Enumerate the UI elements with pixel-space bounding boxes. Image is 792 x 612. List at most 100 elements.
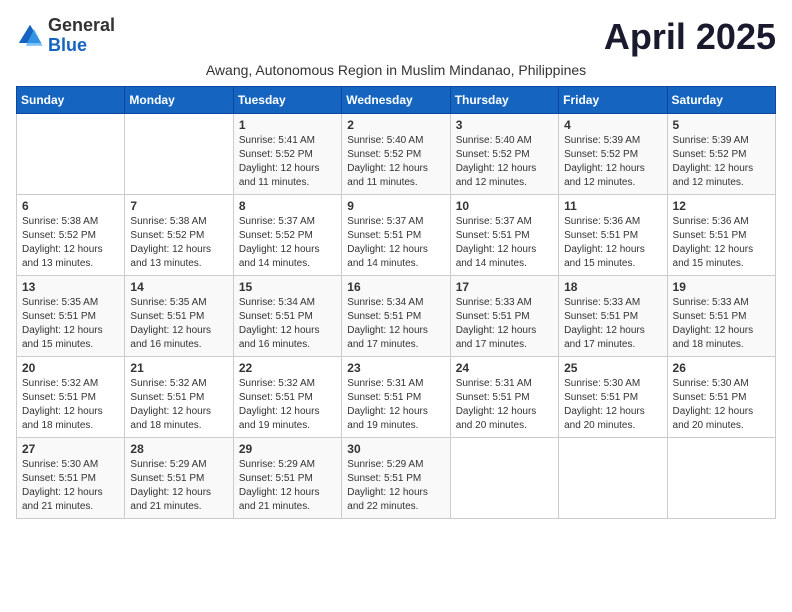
day-info: Sunrise: 5:37 AM Sunset: 5:51 PM Dayligh…	[347, 215, 444, 271]
calendar-cell: 18 Sunrise: 5:33 AM Sunset: 5:51 PM Dayli…	[559, 276, 667, 357]
calendar-cell: 25 Sunrise: 5:30 AM Sunset: 5:51 PM Dayli…	[559, 357, 667, 438]
day-number: 3	[456, 118, 553, 132]
day-info: Sunrise: 5:38 AM Sunset: 5:52 PM Dayligh…	[22, 215, 119, 271]
day-number: 2	[347, 118, 444, 132]
calendar-cell: 30 Sunrise: 5:29 AM Sunset: 5:51 PM Dayli…	[342, 438, 450, 519]
logo: General Blue	[16, 16, 115, 56]
calendar-cell	[559, 438, 667, 519]
calendar-cell: 7 Sunrise: 5:38 AM Sunset: 5:52 PM Daylig…	[125, 195, 233, 276]
day-number: 8	[239, 199, 336, 213]
calendar-cell	[17, 114, 125, 195]
day-info: Sunrise: 5:40 AM Sunset: 5:52 PM Dayligh…	[456, 134, 553, 190]
day-number: 21	[130, 361, 227, 375]
day-number: 28	[130, 442, 227, 456]
calendar-cell: 13 Sunrise: 5:35 AM Sunset: 5:51 PM Dayli…	[17, 276, 125, 357]
day-info: Sunrise: 5:30 AM Sunset: 5:51 PM Dayligh…	[564, 377, 661, 433]
calendar-cell: 11 Sunrise: 5:36 AM Sunset: 5:51 PM Dayli…	[559, 195, 667, 276]
day-number: 9	[347, 199, 444, 213]
day-number: 11	[564, 199, 661, 213]
day-number: 22	[239, 361, 336, 375]
day-info: Sunrise: 5:29 AM Sunset: 5:51 PM Dayligh…	[130, 458, 227, 514]
calendar-cell: 23 Sunrise: 5:31 AM Sunset: 5:51 PM Dayli…	[342, 357, 450, 438]
day-number: 10	[456, 199, 553, 213]
column-header-sunday: Sunday	[17, 87, 125, 114]
calendar-cell: 28 Sunrise: 5:29 AM Sunset: 5:51 PM Dayli…	[125, 438, 233, 519]
day-info: Sunrise: 5:32 AM Sunset: 5:51 PM Dayligh…	[130, 377, 227, 433]
day-number: 29	[239, 442, 336, 456]
calendar-cell: 6 Sunrise: 5:38 AM Sunset: 5:52 PM Daylig…	[17, 195, 125, 276]
day-number: 24	[456, 361, 553, 375]
day-number: 19	[673, 280, 770, 294]
day-info: Sunrise: 5:34 AM Sunset: 5:51 PM Dayligh…	[347, 296, 444, 352]
day-number: 27	[22, 442, 119, 456]
calendar-cell	[125, 114, 233, 195]
calendar-table: SundayMondayTuesdayWednesdayThursdayFrid…	[16, 86, 776, 519]
day-info: Sunrise: 5:37 AM Sunset: 5:52 PM Dayligh…	[239, 215, 336, 271]
day-info: Sunrise: 5:38 AM Sunset: 5:52 PM Dayligh…	[130, 215, 227, 271]
day-info: Sunrise: 5:35 AM Sunset: 5:51 PM Dayligh…	[130, 296, 227, 352]
calendar-header-row: SundayMondayTuesdayWednesdayThursdayFrid…	[17, 87, 776, 114]
calendar-cell	[450, 438, 558, 519]
day-number: 20	[22, 361, 119, 375]
day-number: 16	[347, 280, 444, 294]
column-header-wednesday: Wednesday	[342, 87, 450, 114]
day-info: Sunrise: 5:33 AM Sunset: 5:51 PM Dayligh…	[564, 296, 661, 352]
calendar-cell: 22Sunrise: 5:32 AM Sunset: 5:51 PM Dayli…	[233, 357, 341, 438]
day-number: 30	[347, 442, 444, 456]
calendar-week-row: 20 Sunrise: 5:32 AM Sunset: 5:51 PM Dayli…	[17, 357, 776, 438]
month-title: April 2025	[604, 16, 776, 58]
day-info: Sunrise: 5:33 AM Sunset: 5:51 PM Dayligh…	[673, 296, 770, 352]
day-number: 23	[347, 361, 444, 375]
calendar-cell: 19 Sunrise: 5:33 AM Sunset: 5:51 PM Dayli…	[667, 276, 775, 357]
logo-general: General	[48, 15, 115, 35]
logo-text: General Blue	[48, 16, 115, 56]
day-number: 5	[673, 118, 770, 132]
day-info: Sunrise: 5:31 AM Sunset: 5:51 PM Dayligh…	[347, 377, 444, 433]
calendar-week-row: 27 Sunrise: 5:30 AM Sunset: 5:51 PM Dayli…	[17, 438, 776, 519]
day-number: 12	[673, 199, 770, 213]
calendar-cell: 10Sunrise: 5:37 AM Sunset: 5:51 PM Dayli…	[450, 195, 558, 276]
calendar-cell: 20 Sunrise: 5:32 AM Sunset: 5:51 PM Dayli…	[17, 357, 125, 438]
day-number: 18	[564, 280, 661, 294]
day-info: Sunrise: 5:36 AM Sunset: 5:51 PM Dayligh…	[564, 215, 661, 271]
calendar-cell: 9 Sunrise: 5:37 AM Sunset: 5:51 PM Daylig…	[342, 195, 450, 276]
day-number: 14	[130, 280, 227, 294]
day-info: Sunrise: 5:30 AM Sunset: 5:51 PM Dayligh…	[673, 377, 770, 433]
day-number: 4	[564, 118, 661, 132]
day-number: 7	[130, 199, 227, 213]
day-info: Sunrise: 5:39 AM Sunset: 5:52 PM Dayligh…	[564, 134, 661, 190]
day-info: Sunrise: 5:36 AM Sunset: 5:51 PM Dayligh…	[673, 215, 770, 271]
day-info: Sunrise: 5:29 AM Sunset: 5:51 PM Dayligh…	[347, 458, 444, 514]
calendar-cell: 8 Sunrise: 5:37 AM Sunset: 5:52 PM Daylig…	[233, 195, 341, 276]
calendar-cell: 15 Sunrise: 5:34 AM Sunset: 5:51 PM Dayli…	[233, 276, 341, 357]
day-number: 13	[22, 280, 119, 294]
day-info: Sunrise: 5:32 AM Sunset: 5:51 PM Dayligh…	[22, 377, 119, 433]
day-number: 6	[22, 199, 119, 213]
calendar-cell: 27 Sunrise: 5:30 AM Sunset: 5:51 PM Dayli…	[17, 438, 125, 519]
day-number: 15	[239, 280, 336, 294]
calendar-week-row: 1 Sunrise: 5:41 AM Sunset: 5:52 PM Daylig…	[17, 114, 776, 195]
day-number: 1	[239, 118, 336, 132]
calendar-cell	[667, 438, 775, 519]
calendar-week-row: 6 Sunrise: 5:38 AM Sunset: 5:52 PM Daylig…	[17, 195, 776, 276]
calendar-cell: 5 Sunrise: 5:39 AM Sunset: 5:52 PM Daylig…	[667, 114, 775, 195]
column-header-friday: Friday	[559, 87, 667, 114]
day-info: Sunrise: 5:39 AM Sunset: 5:52 PM Dayligh…	[673, 134, 770, 190]
day-info: Sunrise: 5:41 AM Sunset: 5:52 PM Dayligh…	[239, 134, 336, 190]
day-info: Sunrise: 5:40 AM Sunset: 5:52 PM Dayligh…	[347, 134, 444, 190]
calendar-cell: 14 Sunrise: 5:35 AM Sunset: 5:51 PM Dayli…	[125, 276, 233, 357]
subtitle: Awang, Autonomous Region in Muslim Minda…	[16, 62, 776, 78]
column-header-monday: Monday	[125, 87, 233, 114]
day-info: Sunrise: 5:30 AM Sunset: 5:51 PM Dayligh…	[22, 458, 119, 514]
day-number: 25	[564, 361, 661, 375]
column-header-thursday: Thursday	[450, 87, 558, 114]
day-info: Sunrise: 5:35 AM Sunset: 5:51 PM Dayligh…	[22, 296, 119, 352]
calendar-cell: 29Sunrise: 5:29 AM Sunset: 5:51 PM Dayli…	[233, 438, 341, 519]
calendar-cell: 1 Sunrise: 5:41 AM Sunset: 5:52 PM Daylig…	[233, 114, 341, 195]
calendar-cell: 17Sunrise: 5:33 AM Sunset: 5:51 PM Dayli…	[450, 276, 558, 357]
calendar-cell: 26Sunrise: 5:30 AM Sunset: 5:51 PM Dayli…	[667, 357, 775, 438]
calendar-cell: 16 Sunrise: 5:34 AM Sunset: 5:51 PM Dayli…	[342, 276, 450, 357]
column-header-tuesday: Tuesday	[233, 87, 341, 114]
day-info: Sunrise: 5:34 AM Sunset: 5:51 PM Dayligh…	[239, 296, 336, 352]
calendar-cell: 24Sunrise: 5:31 AM Sunset: 5:51 PM Dayli…	[450, 357, 558, 438]
